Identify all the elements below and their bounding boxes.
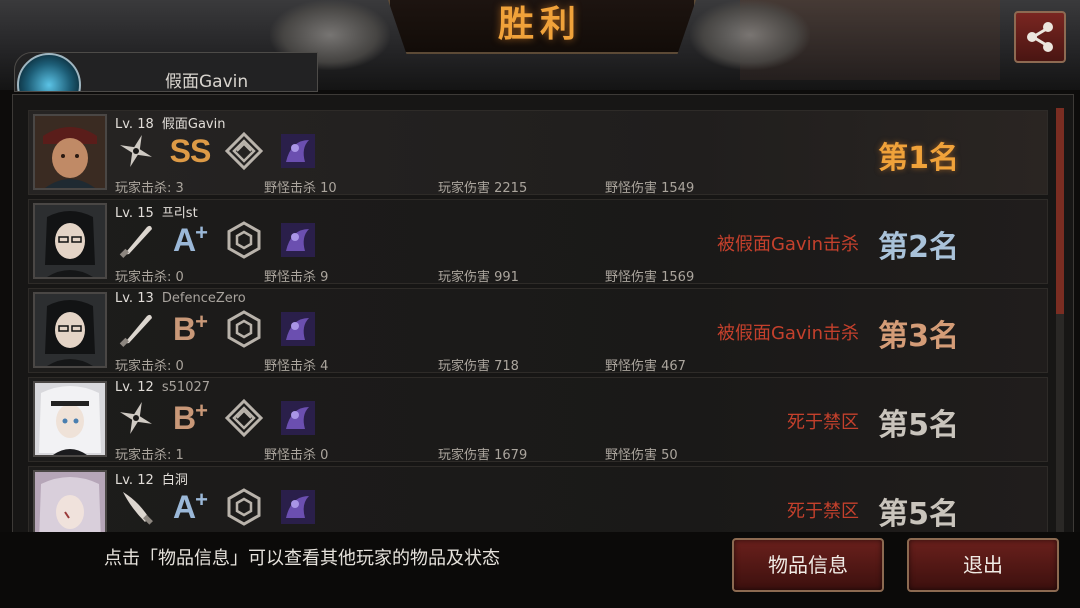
player-row[interactable]: Lv. 15 프리st A+ 玩家击杀: 0 野怪击杀 9 玩家伤害 991 野… bbox=[28, 199, 1048, 285]
player-level: Lv. 18 bbox=[115, 117, 154, 132]
grade-badge: A+ bbox=[169, 487, 211, 527]
rank-label: 第1名 bbox=[878, 141, 959, 176]
player-row[interactable]: Lv. 12 白洞 A+ 死于禁区 第5名 bbox=[28, 466, 1048, 532]
death-cause: 被假面Gavin击杀 bbox=[716, 323, 859, 344]
grade-plus: + bbox=[195, 397, 208, 423]
level-name: Lv. 13 DefenceZero bbox=[115, 291, 246, 306]
skill-icon bbox=[277, 220, 319, 260]
grade-badge: A+ bbox=[169, 220, 211, 260]
player-level: Lv. 12 bbox=[115, 473, 154, 488]
exit-button[interactable]: 退出 bbox=[907, 538, 1059, 592]
skill-icon bbox=[277, 309, 319, 349]
shuriken-icon bbox=[115, 398, 157, 438]
rank-label: 第5名 bbox=[878, 408, 959, 443]
player-name: DefenceZero bbox=[161, 291, 246, 306]
skill-icon bbox=[277, 131, 319, 171]
skill-icon bbox=[277, 398, 319, 438]
equipment-icons: B+ bbox=[115, 398, 331, 438]
hexagon-tier-icon bbox=[223, 487, 265, 527]
player-kills: 玩家击杀: 3 bbox=[115, 181, 184, 196]
avatar bbox=[33, 203, 107, 279]
monster-kills: 野怪击杀 4 bbox=[264, 359, 329, 374]
player-name: 白洞 bbox=[161, 473, 188, 488]
player-name: s51027 bbox=[161, 380, 211, 395]
avatar bbox=[33, 470, 107, 532]
level-name: Lv. 18 假面Gavin bbox=[115, 113, 225, 132]
death-cause: 死于禁区 bbox=[787, 412, 859, 433]
level-name: Lv. 12 白洞 bbox=[115, 469, 188, 488]
grade-text: A bbox=[173, 221, 196, 258]
grade-text: B bbox=[173, 310, 196, 347]
player-damage: 玩家伤害 2215 bbox=[438, 181, 528, 196]
player-kills: 玩家击杀: 1 bbox=[115, 448, 184, 463]
grade-plus: + bbox=[195, 486, 208, 512]
grade-plus: + bbox=[195, 219, 208, 245]
list-scrollbar[interactable] bbox=[1056, 108, 1064, 532]
avatar bbox=[33, 292, 107, 368]
scrollbar-thumb[interactable] bbox=[1056, 108, 1064, 314]
share-icon bbox=[1027, 22, 1053, 52]
player-damage: 玩家伤害 718 bbox=[438, 359, 519, 374]
death-cause: 被假面Gavin击杀 bbox=[716, 234, 859, 255]
equipment-icons: A+ bbox=[115, 487, 331, 527]
bat-icon bbox=[115, 309, 157, 349]
player-row[interactable]: Lv. 18 假面Gavin SS 玩家击杀: 3 野怪击杀 10 玩家伤害 2… bbox=[28, 110, 1048, 196]
player-kills: 玩家击杀: 0 bbox=[115, 270, 184, 285]
player-level: Lv. 15 bbox=[115, 206, 154, 221]
grade-text: B bbox=[173, 399, 196, 436]
player-name: 假面Gavin bbox=[161, 117, 226, 132]
player-kills: 玩家击杀: 0 bbox=[115, 359, 184, 374]
skill-icon bbox=[277, 487, 319, 527]
monster-kills: 野怪击杀 10 bbox=[264, 181, 337, 196]
monster-damage: 野怪伤害 1569 bbox=[605, 270, 695, 285]
knife-icon bbox=[115, 487, 157, 527]
player-level: Lv. 12 bbox=[115, 380, 154, 395]
player-name: 프리st bbox=[161, 206, 198, 221]
player-damage: 玩家伤害 1679 bbox=[438, 448, 528, 463]
monster-kills: 野怪击杀 9 bbox=[264, 270, 329, 285]
victory-title: 胜利 bbox=[497, 4, 582, 45]
monster-damage: 野怪伤害 467 bbox=[605, 359, 686, 374]
hexagon-tier-icon bbox=[223, 220, 265, 260]
grade-badge: B+ bbox=[169, 309, 211, 349]
grade-badge: SS bbox=[169, 131, 212, 171]
player-tag-name: 假面Gavin bbox=[165, 72, 249, 92]
grade-text: A bbox=[173, 488, 196, 525]
equipment-icons: B+ bbox=[115, 309, 331, 349]
player-level: Lv. 13 bbox=[115, 291, 154, 306]
grade-plus: + bbox=[195, 308, 208, 334]
grade-text: SS bbox=[169, 132, 212, 169]
monster-damage: 野怪伤害 50 bbox=[605, 448, 678, 463]
monster-damage: 野怪伤害 1549 bbox=[605, 181, 695, 196]
avatar bbox=[33, 381, 107, 457]
monster-kills: 野怪击杀 0 bbox=[264, 448, 329, 463]
share-button[interactable] bbox=[1014, 11, 1066, 63]
avatar bbox=[33, 114, 107, 190]
level-name: Lv. 15 프리st bbox=[115, 202, 198, 221]
player-row[interactable]: Lv. 12 s51027 B+ 玩家击杀: 1 野怪击杀 0 玩家伤害 167… bbox=[28, 377, 1048, 463]
equipment-icons: SS bbox=[115, 131, 331, 171]
death-cause: 死于禁区 bbox=[787, 501, 859, 522]
player-badge-icon bbox=[17, 53, 81, 91]
rank-label: 第5名 bbox=[878, 497, 959, 532]
items-hint-text: 点击「物品信息」可以查看其他玩家的物品及状态 bbox=[104, 548, 500, 569]
player-row[interactable]: Lv. 13 DefenceZero B+ 玩家击杀: 0 野怪击杀 4 玩家伤… bbox=[28, 288, 1048, 374]
results-list: Lv. 18 假面Gavin SS 玩家击杀: 3 野怪击杀 10 玩家伤害 2… bbox=[28, 110, 1048, 532]
player-damage: 玩家伤害 991 bbox=[438, 270, 519, 285]
shuriken-icon bbox=[115, 131, 157, 171]
hexagon-tier-icon bbox=[223, 309, 265, 349]
diamond-tier-icon bbox=[223, 131, 265, 171]
rank-label: 第2名 bbox=[878, 230, 959, 265]
level-name: Lv. 12 s51027 bbox=[115, 380, 210, 395]
player-tag: 假面Gavin bbox=[14, 52, 318, 92]
right-wing-ornament bbox=[690, 0, 810, 70]
diamond-tier-icon bbox=[223, 398, 265, 438]
rank-label: 第3名 bbox=[878, 319, 959, 354]
item-info-button[interactable]: 物品信息 bbox=[732, 538, 884, 592]
bat-icon bbox=[115, 220, 157, 260]
grade-badge: B+ bbox=[169, 398, 211, 438]
equipment-icons: A+ bbox=[115, 220, 331, 260]
